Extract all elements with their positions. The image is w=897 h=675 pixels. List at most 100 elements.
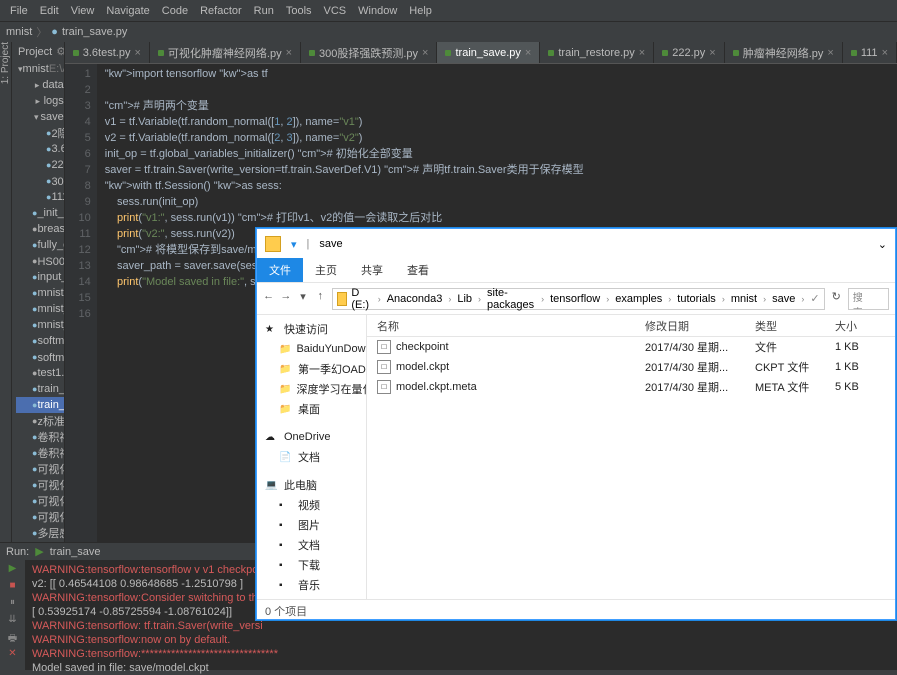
list-header[interactable]: 名称 修改日期 类型 大小 bbox=[367, 315, 895, 337]
nav-item[interactable]: ▪图片 bbox=[257, 515, 366, 535]
tree-item[interactable]: ●卷积神经网络mnist.py bbox=[16, 445, 64, 461]
tree-item[interactable]: ●300股择强跌预测.py bbox=[16, 173, 64, 189]
path-segment[interactable]: tensorflow bbox=[550, 293, 600, 305]
menu-run[interactable]: Run bbox=[248, 5, 280, 17]
tree-item[interactable]: ●线性层回.py bbox=[16, 541, 64, 542]
menu-refactor[interactable]: Refactor bbox=[194, 5, 248, 17]
nav-item[interactable]: 💻此电脑 bbox=[257, 475, 366, 495]
tree-item[interactable]: ●mnist.py bbox=[16, 285, 64, 301]
nav-item[interactable]: 📁第一季幻OAD bbox=[257, 359, 366, 379]
stop-icon[interactable]: ■ bbox=[6, 580, 20, 594]
tree-item[interactable]: ▸logs bbox=[16, 93, 64, 109]
editor-tab[interactable]: 300股择强跌预测.py× bbox=[301, 42, 437, 64]
tree-item[interactable]: ●softmax逻辑回归mnist.py bbox=[16, 349, 64, 365]
explorer-titlebar[interactable]: ▾ | save ⌄ bbox=[257, 229, 895, 259]
path-segment[interactable]: D (E:) bbox=[351, 287, 371, 311]
editor-tab[interactable]: train_save.py× bbox=[437, 42, 540, 64]
print-icon[interactable]: 🖶 bbox=[6, 631, 20, 645]
path-segment[interactable]: save bbox=[772, 293, 795, 305]
col-size[interactable]: 大小 bbox=[835, 318, 895, 334]
nav-item[interactable]: ▪音乐 bbox=[257, 575, 366, 595]
nav-item[interactable]: 📁深度学习在量化 bbox=[257, 379, 366, 399]
tree-item[interactable]: ●2隐层神经网络mnist.py bbox=[16, 125, 64, 141]
menu-view[interactable]: View bbox=[65, 5, 101, 17]
tree-item[interactable]: ●mnist_softmax.py bbox=[16, 301, 64, 317]
path-segment[interactable]: mnist bbox=[731, 293, 757, 305]
nav-item[interactable]: 📁BaiduYunDown bbox=[257, 339, 366, 359]
tree-item[interactable]: ●mnist_with_summaries.py bbox=[16, 317, 64, 333]
tree-item[interactable]: ●可视化一图画多条线.py bbox=[16, 461, 64, 477]
col-date[interactable]: 修改日期 bbox=[645, 318, 755, 334]
tree-item[interactable]: ●222.py bbox=[16, 157, 64, 173]
file-row[interactable]: □model.ckpt2017/4/30 星期...CKPT 文件1 KB bbox=[367, 357, 895, 377]
tree-item[interactable]: ●卷积神经网络mnist(不同程序风格).py bbox=[16, 429, 64, 445]
editor-tab[interactable]: 3.6test.py× bbox=[65, 42, 150, 64]
tree-item[interactable]: ●HS000300-2016.1.4-2017.4.20加权答案.csv bbox=[16, 253, 64, 269]
nav-item[interactable]: ▪桌面 bbox=[257, 595, 366, 599]
tree-item[interactable]: ●train_save.py bbox=[16, 397, 64, 413]
editor-tab[interactable]: 肿瘤神经网络.py× bbox=[725, 42, 843, 64]
editor-tab[interactable]: train_restore.py× bbox=[540, 42, 654, 64]
tree-item[interactable]: ●_init_.py bbox=[16, 205, 64, 221]
tree-item[interactable]: ▾mnist E:\Anaconda3\Lib\site-packages\te… bbox=[16, 61, 64, 77]
breadcrumb-project[interactable]: mnist bbox=[6, 26, 32, 38]
tree-item[interactable]: ●多层感知机mnist.py bbox=[16, 525, 64, 541]
back-button[interactable]: ← bbox=[263, 290, 274, 308]
path-segment[interactable]: Lib bbox=[457, 293, 472, 305]
menu-navigate[interactable]: Navigate bbox=[100, 5, 155, 17]
menu-window[interactable]: Window bbox=[352, 5, 403, 17]
nav-item[interactable]: ▪文档 bbox=[257, 535, 366, 555]
menu-tools[interactable]: Tools bbox=[280, 5, 318, 17]
ribbon-tab[interactable]: 文件 bbox=[257, 258, 303, 282]
tree-item[interactable]: ●z标准化后带标签.csv bbox=[16, 413, 64, 429]
tree-item[interactable]: ●可视化折线图进阶.py bbox=[16, 493, 64, 509]
path-segment[interactable]: examples bbox=[615, 293, 662, 305]
tree-item[interactable]: ▸data bbox=[16, 77, 64, 93]
menu-file[interactable]: File bbox=[4, 5, 34, 17]
breadcrumb-file[interactable]: train_save.py bbox=[62, 26, 127, 38]
tree-item[interactable]: ●1111111111.py bbox=[16, 189, 64, 205]
editor-tab[interactable]: 222.py× bbox=[654, 42, 724, 64]
path-segment[interactable]: Anaconda3 bbox=[387, 293, 443, 305]
menu-vcs[interactable]: VCS bbox=[318, 5, 353, 17]
search-input[interactable]: 搜索"save bbox=[848, 288, 889, 310]
menu-edit[interactable]: Edit bbox=[34, 5, 65, 17]
path-segment[interactable]: tutorials bbox=[677, 293, 716, 305]
menu-code[interactable]: Code bbox=[156, 5, 194, 17]
gear-icon[interactable]: ⚙ bbox=[56, 45, 65, 58]
editor-tab[interactable]: 可视化肿瘤神经网络.py× bbox=[150, 42, 301, 64]
ribbon-tab[interactable]: 共享 bbox=[349, 258, 395, 282]
tree-item[interactable]: ●fully_connected_feed.py bbox=[16, 237, 64, 253]
nav-item[interactable]: 📁桌面 bbox=[257, 399, 366, 419]
ribbon-tab[interactable]: 主页 bbox=[303, 258, 349, 282]
path-segment[interactable]: site-packages bbox=[487, 287, 535, 311]
tree-item[interactable]: ●input_data.py bbox=[16, 269, 64, 285]
editor-tab[interactable]: 111× bbox=[843, 42, 897, 64]
menu-help[interactable]: Help bbox=[403, 5, 438, 17]
nav-item[interactable]: ▪下载 bbox=[257, 555, 366, 575]
tree-item[interactable]: ▾save bbox=[16, 109, 64, 125]
address-bar[interactable]: D (E:)›Anaconda3›Lib›site-packages›tenso… bbox=[332, 288, 825, 310]
up-button[interactable]: ↑ bbox=[315, 290, 326, 308]
tree-item[interactable]: ●train_restore.py bbox=[16, 381, 64, 397]
pause-icon[interactable]: ⏸ bbox=[6, 597, 20, 611]
tree-item[interactable]: ●softmax.py bbox=[16, 333, 64, 349]
close-icon[interactable]: ✕ bbox=[6, 648, 20, 662]
nav-item[interactable]: ★快速访问 bbox=[257, 319, 366, 339]
project-tool-button[interactable]: 1: Project bbox=[0, 42, 12, 542]
run-config-name[interactable]: train_save bbox=[50, 546, 101, 558]
tree-item[interactable]: ●breast-cancer-wisconsin.data bbox=[16, 221, 64, 237]
tree-item[interactable]: ●test1.xls bbox=[16, 365, 64, 381]
nav-item[interactable]: ▪视频 bbox=[257, 495, 366, 515]
rerun-icon[interactable]: ▶ bbox=[6, 563, 20, 577]
down-icon[interactable]: ⇊ bbox=[6, 614, 20, 628]
forward-button[interactable]: → bbox=[280, 290, 291, 308]
recent-button[interactable]: ▾ bbox=[297, 290, 308, 308]
qat-icon[interactable]: ▾ bbox=[291, 238, 297, 251]
expand-ribbon-icon[interactable]: ⌄ bbox=[878, 238, 887, 251]
nav-item[interactable]: ☁OneDrive bbox=[257, 427, 366, 447]
col-type[interactable]: 类型 bbox=[755, 318, 835, 334]
refresh-button[interactable]: ↻ bbox=[831, 290, 842, 308]
tree-item[interactable]: ●可视化肿瘤神经网络.py bbox=[16, 509, 64, 525]
file-row[interactable]: □checkpoint2017/4/30 星期...文件1 KB bbox=[367, 337, 895, 357]
